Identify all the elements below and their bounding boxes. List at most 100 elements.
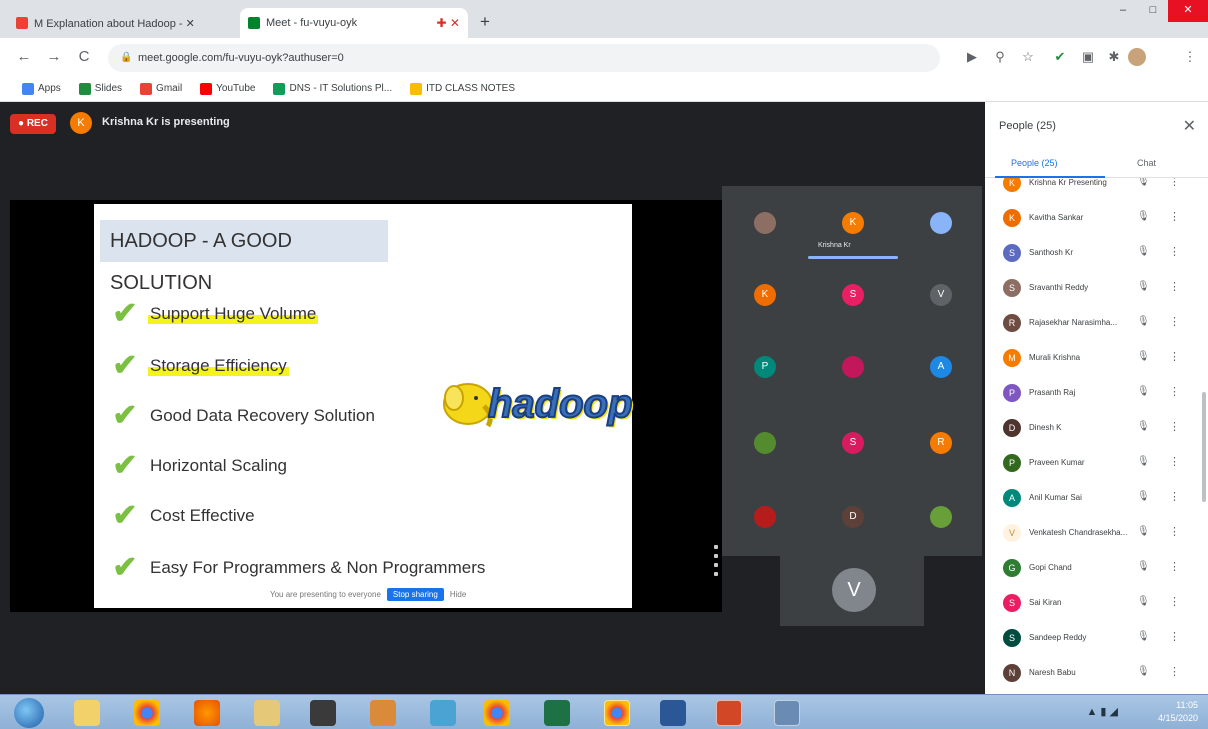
mic-icon[interactable]: 🎙 [1137, 386, 1150, 397]
participant-avatar[interactable] [754, 212, 776, 234]
clock[interactable]: 11:05 4/15/2020 [1158, 699, 1198, 725]
tab-chat[interactable]: Chat [1137, 158, 1156, 168]
puzzle-icon[interactable]: ✱ [1104, 47, 1124, 67]
participant-row[interactable]: M Murali Krishna 🎙 ⋮ [985, 341, 1208, 376]
bookmark-gmail[interactable]: Gmail [140, 82, 182, 95]
participant-row[interactable]: S Sravanthi Reddy 🎙 ⋮ [985, 271, 1208, 306]
tab-meet[interactable]: Meet - fu-vuyu-oyk ✚ ✕ [240, 8, 468, 38]
participant-row[interactable]: K Krishna Kr Presenting 🎙 ⋮ [985, 178, 1208, 201]
mic-icon[interactable]: 🎙 [1137, 666, 1150, 677]
start-button[interactable] [14, 698, 44, 728]
system-tray-icons[interactable]: ▲ ▮ ◢ [1086, 705, 1118, 718]
participant-row[interactable]: K Kavitha Sankar 🎙 ⋮ [985, 201, 1208, 236]
more-options-icon[interactable]: ⋮ [1169, 420, 1180, 433]
chrome-icon[interactable] [134, 700, 160, 726]
more-options-icon[interactable]: ⋮ [1169, 210, 1180, 223]
new-tab-button[interactable]: + [474, 12, 496, 34]
menu-icon[interactable]: ⋮ [1180, 47, 1200, 67]
screen-icon[interactable] [774, 700, 800, 726]
scrollbar[interactable] [1202, 392, 1206, 502]
participant-avatar[interactable]: S [842, 432, 864, 454]
more-options-icon[interactable]: ⋮ [1169, 178, 1180, 188]
more-options-icon[interactable]: ⋮ [1169, 280, 1180, 293]
firefox-icon[interactable] [194, 700, 220, 726]
participant-avatar[interactable] [754, 506, 776, 528]
mic-icon[interactable]: 🎙 [1137, 351, 1150, 362]
participant-avatar[interactable] [754, 432, 776, 454]
address-bar[interactable]: 🔒 meet.google.com/fu-vuyu-oyk?authuser=0 [108, 44, 940, 72]
mic-icon[interactable]: 🎙 [1137, 421, 1150, 432]
mic-icon[interactable]: 🎙 [1137, 526, 1150, 537]
mic-icon[interactable]: 🎙 [1137, 178, 1150, 187]
recording-indicator-icon[interactable]: ✚ ✕ [437, 16, 460, 30]
participant-avatar[interactable]: D [842, 506, 864, 528]
participant-avatar[interactable]: P [754, 356, 776, 378]
participant-avatar[interactable]: K [842, 212, 864, 234]
bookmark-youtube[interactable]: YouTube [200, 82, 255, 95]
cast-icon[interactable]: ▶ [962, 47, 982, 67]
mic-icon[interactable]: 🎙 [1137, 246, 1150, 257]
participant-row[interactable]: R Rajasekhar Narasimha... 🎙 ⋮ [985, 306, 1208, 341]
windows-explorer-icon[interactable] [74, 700, 100, 726]
hide-button[interactable]: Hide [450, 590, 466, 599]
mic-icon[interactable]: 🎙 [1137, 211, 1150, 222]
participant-row[interactable]: D Dinesh K 🎙 ⋮ [985, 411, 1208, 446]
chrome-icon[interactable] [484, 700, 510, 726]
more-options-icon[interactable]: ⋮ [1169, 490, 1180, 503]
more-options-icon[interactable]: ⋮ [1169, 315, 1180, 328]
star-icon[interactable]: ☆ [1018, 47, 1038, 67]
participant-row[interactable]: S Sandeep Reddy 🎙 ⋮ [985, 621, 1208, 656]
bookmark-class-notes[interactable]: ITD CLASS NOTES [410, 82, 515, 95]
more-options-icon[interactable]: ⋮ [1169, 455, 1180, 468]
participant-row[interactable]: P Praveen Kumar 🎙 ⋮ [985, 446, 1208, 481]
tab-people[interactable]: People (25) [1011, 158, 1058, 168]
media-icon[interactable] [310, 700, 336, 726]
maximize-button[interactable]: □ [1138, 0, 1168, 22]
network-icon[interactable] [430, 700, 456, 726]
bookmark-dns[interactable]: DNS - IT Solutions Pl... [273, 82, 392, 95]
powerpoint-icon[interactable] [716, 700, 742, 726]
bookmark-slides[interactable]: Slides [78, 82, 122, 95]
participant-row[interactable]: G Gopi Chand 🎙 ⋮ [985, 551, 1208, 586]
mic-icon[interactable]: 🎙 [1137, 316, 1150, 327]
participant-avatar[interactable] [930, 506, 952, 528]
participant-row[interactable]: V Venkatesh Chandrasekha... 🎙 ⋮ [985, 516, 1208, 551]
word-icon[interactable] [660, 700, 686, 726]
close-icon[interactable]: ✕ [1183, 116, 1196, 136]
back-button[interactable]: ← [14, 47, 34, 67]
mic-icon[interactable]: 🎙 [1137, 456, 1150, 467]
chrome-icon[interactable] [604, 700, 630, 726]
bookmark-apps[interactable]: Apps [22, 82, 61, 95]
check-icon[interactable]: ✔ [1050, 47, 1070, 67]
close-window-button[interactable]: ✕ [1168, 0, 1208, 22]
participant-row[interactable]: P Prasanth Raj 🎙 ⋮ [985, 376, 1208, 411]
participant-row[interactable]: S Santhosh Kr 🎙 ⋮ [985, 236, 1208, 271]
more-options-icon[interactable]: ⋮ [1169, 525, 1180, 538]
self-view-tile[interactable]: V [780, 556, 924, 626]
more-options-icon[interactable]: ⋮ [1169, 350, 1180, 363]
folder-icon[interactable] [254, 700, 280, 726]
mic-icon[interactable]: 🎙 [1137, 631, 1150, 642]
profile-icon[interactable] [1128, 48, 1146, 66]
participant-avatar[interactable]: K [754, 284, 776, 306]
participant-avatar[interactable]: R [930, 432, 952, 454]
zoom-icon[interactable]: ⚲ [990, 47, 1010, 67]
extension-icon[interactable]: ▣ [1078, 47, 1098, 67]
participant-row[interactable]: S Sai Kiran 🎙 ⋮ [985, 586, 1208, 621]
minimize-button[interactable]: – [1108, 0, 1138, 22]
forward-button[interactable]: → [44, 47, 64, 67]
participant-avatar[interactable]: S [842, 284, 864, 306]
more-options-icon[interactable]: ⋮ [1169, 630, 1180, 643]
mic-icon[interactable]: 🎙 [1137, 281, 1150, 292]
excel-icon[interactable] [544, 700, 570, 726]
more-options-icon[interactable]: ⋮ [1169, 665, 1180, 678]
mic-icon[interactable]: 🎙 [1137, 561, 1150, 572]
participant-avatar[interactable]: A [930, 356, 952, 378]
mic-icon[interactable]: 🎙 [1137, 491, 1150, 502]
more-options-icon[interactable]: ⋮ [1169, 560, 1180, 573]
mic-icon[interactable]: 🎙 [1137, 596, 1150, 607]
paint-icon[interactable] [370, 700, 396, 726]
stop-sharing-button[interactable]: Stop sharing [386, 587, 444, 601]
participant-avatar[interactable] [930, 212, 952, 234]
layout-handle[interactable] [710, 540, 722, 600]
